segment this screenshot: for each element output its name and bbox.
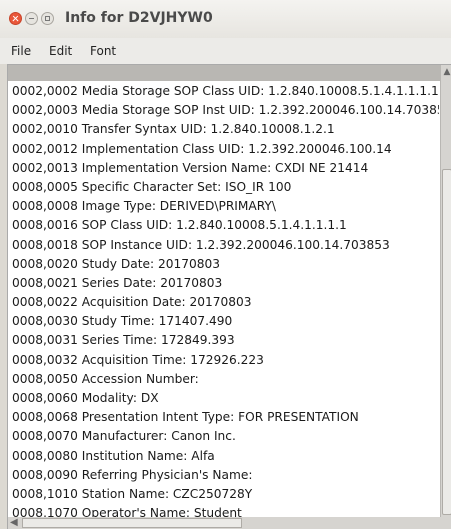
list-item[interactable]: 0008,0005 Specific Character Set: ISO_IR…: [8, 178, 439, 197]
list-item[interactable]: 0008,0060 Modality: DX: [8, 389, 439, 408]
list-item[interactable]: 0002,0002 Media Storage SOP Class UID: 1…: [8, 82, 439, 101]
list-item[interactable]: 0002,0013 Implementation Version Name: C…: [8, 159, 439, 178]
header-strip: [8, 65, 444, 81]
title-bar[interactable]: Info for D2VJHYW0: [0, 0, 451, 38]
list-item[interactable]: 0008,0070 Manufacturer: Canon Inc.: [8, 427, 439, 446]
vertical-scrollbar[interactable]: ▲: [440, 65, 451, 517]
list-item[interactable]: 0008,0080 Institution Name: Alfa: [8, 447, 439, 466]
list-item[interactable]: 0002,0010 Transfer Syntax UID: 1.2.840.1…: [8, 120, 439, 139]
list-item[interactable]: 0008,0050 Accession Number:: [8, 370, 439, 389]
horizontal-scrollbar[interactable]: ◀: [8, 517, 451, 529]
dicom-tag-list[interactable]: 0002,0002 Media Storage SOP Class UID: 1…: [8, 82, 439, 529]
list-item[interactable]: 0008,0016 SOP Class UID: 1.2.840.10008.5…: [8, 216, 439, 235]
window-left-edge: [0, 64, 7, 529]
list-item[interactable]: 0008,1010 Station Name: CZC250728Y: [8, 485, 439, 504]
list-item[interactable]: 0008,0032 Acquisition Time: 172926.223: [8, 351, 439, 370]
list-item[interactable]: 0008,0018 SOP Instance UID: 1.2.392.2000…: [8, 236, 439, 255]
list-item[interactable]: 0008,0021 Series Date: 20170803: [8, 274, 439, 293]
arrow-left-icon[interactable]: ◀: [10, 517, 18, 529]
list-item[interactable]: 0008,0008 Image Type: DERIVED\PRIMARY\: [8, 197, 439, 216]
info-panel: 0002,0002 Media Storage SOP Class UID: 1…: [7, 64, 451, 529]
menu-edit[interactable]: Edit: [49, 44, 72, 58]
list-item[interactable]: 0008,0020 Study Date: 20170803: [8, 255, 439, 274]
menu-bar: File Edit Font: [0, 38, 451, 64]
menu-font[interactable]: Font: [90, 44, 116, 58]
info-window: Info for D2VJHYW0 File Edit Font 0002,00…: [0, 0, 451, 529]
list-item[interactable]: 0008,0022 Acquisition Date: 20170803: [8, 293, 439, 312]
list-item[interactable]: 0008,0090 Referring Physician's Name:: [8, 466, 439, 485]
list-item[interactable]: 0002,0012 Implementation Class UID: 1.2.…: [8, 140, 439, 159]
arrow-up-icon[interactable]: ▲: [442, 67, 451, 77]
close-icon[interactable]: [9, 12, 22, 25]
menu-file[interactable]: File: [11, 44, 31, 58]
list-item[interactable]: 0008,0068 Presentation Intent Type: FOR …: [8, 408, 439, 427]
list-item[interactable]: 0008,0030 Study Time: 171407.490: [8, 312, 439, 331]
maximize-icon[interactable]: [41, 12, 54, 25]
window-title: Info for D2VJHYW0: [65, 10, 213, 26]
list-item[interactable]: 0002,0003 Media Storage SOP Inst UID: 1.…: [8, 101, 439, 120]
horizontal-scroll-thumb[interactable]: [22, 518, 242, 528]
list-item[interactable]: 0008,0031 Series Time: 172849.393: [8, 331, 439, 350]
minimize-icon[interactable]: [25, 12, 38, 25]
vertical-scroll-thumb[interactable]: [442, 169, 451, 515]
